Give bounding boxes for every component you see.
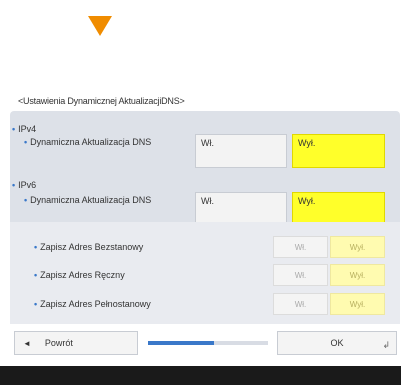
bullet-icon: • [34, 270, 38, 280]
register-stateless-address-off-button[interactable]: Wył. [330, 236, 385, 258]
bullet-icon: • [12, 180, 16, 190]
register-manual-address-on-button[interactable]: Wł. [273, 264, 328, 286]
page-title: <Ustawienia Dynamicznej AktualizacjiDNS> [18, 96, 185, 106]
register-stateful-address-off-button[interactable]: Wył. [330, 293, 385, 315]
register-manual-address-label: • Zapisz Adres Ręczny [34, 270, 125, 280]
register-stateless-address-label: • Zapisz Adres Bezstanowy [34, 242, 144, 252]
enter-return-icon: ↲ [382, 340, 390, 350]
bullet-icon: • [34, 299, 38, 309]
register-stateful-address-on-button[interactable]: Wł. [273, 293, 328, 315]
ipv4-dns-update-off-button[interactable]: Wył. [292, 134, 385, 168]
ipv6-dns-update-label: • Dynamiczna Aktualizacja DNS [24, 195, 152, 205]
register-stateful-address-label: • Zapisz Adres Pełnostanowy [34, 299, 151, 309]
progress-bar [148, 341, 268, 345]
ok-button[interactable]: OK ↲ [277, 331, 397, 355]
bullet-icon: • [34, 242, 38, 252]
ipv4-dns-update-label: • Dynamiczna Aktualizacja DNS [24, 137, 152, 147]
back-arrow-icon: ◄ [23, 338, 31, 348]
bullet-icon: • [24, 137, 28, 147]
ipv6-dns-update-off-button[interactable]: Wył. [292, 192, 385, 224]
progress-bar-fill [148, 341, 214, 345]
bottom-status-bar [0, 366, 401, 385]
down-arrow-indicator-icon [88, 16, 112, 36]
bullet-icon: • [24, 195, 28, 205]
back-button[interactable]: ◄ Powrót [14, 331, 138, 355]
ipv6-dns-update-on-button[interactable]: Wł. [195, 192, 287, 224]
ipv4-section-header: • IPv4 [12, 124, 37, 134]
ipv4-dns-update-on-button[interactable]: Wł. [195, 134, 287, 168]
dns-settings-screen: <Ustawienia Dynamicznej AktualizacjiDNS>… [0, 0, 401, 385]
register-manual-address-off-button[interactable]: Wył. [330, 264, 385, 286]
register-stateless-address-on-button[interactable]: Wł. [273, 236, 328, 258]
bullet-icon: • [12, 124, 16, 134]
ipv6-section-header: • IPv6 [12, 180, 37, 190]
